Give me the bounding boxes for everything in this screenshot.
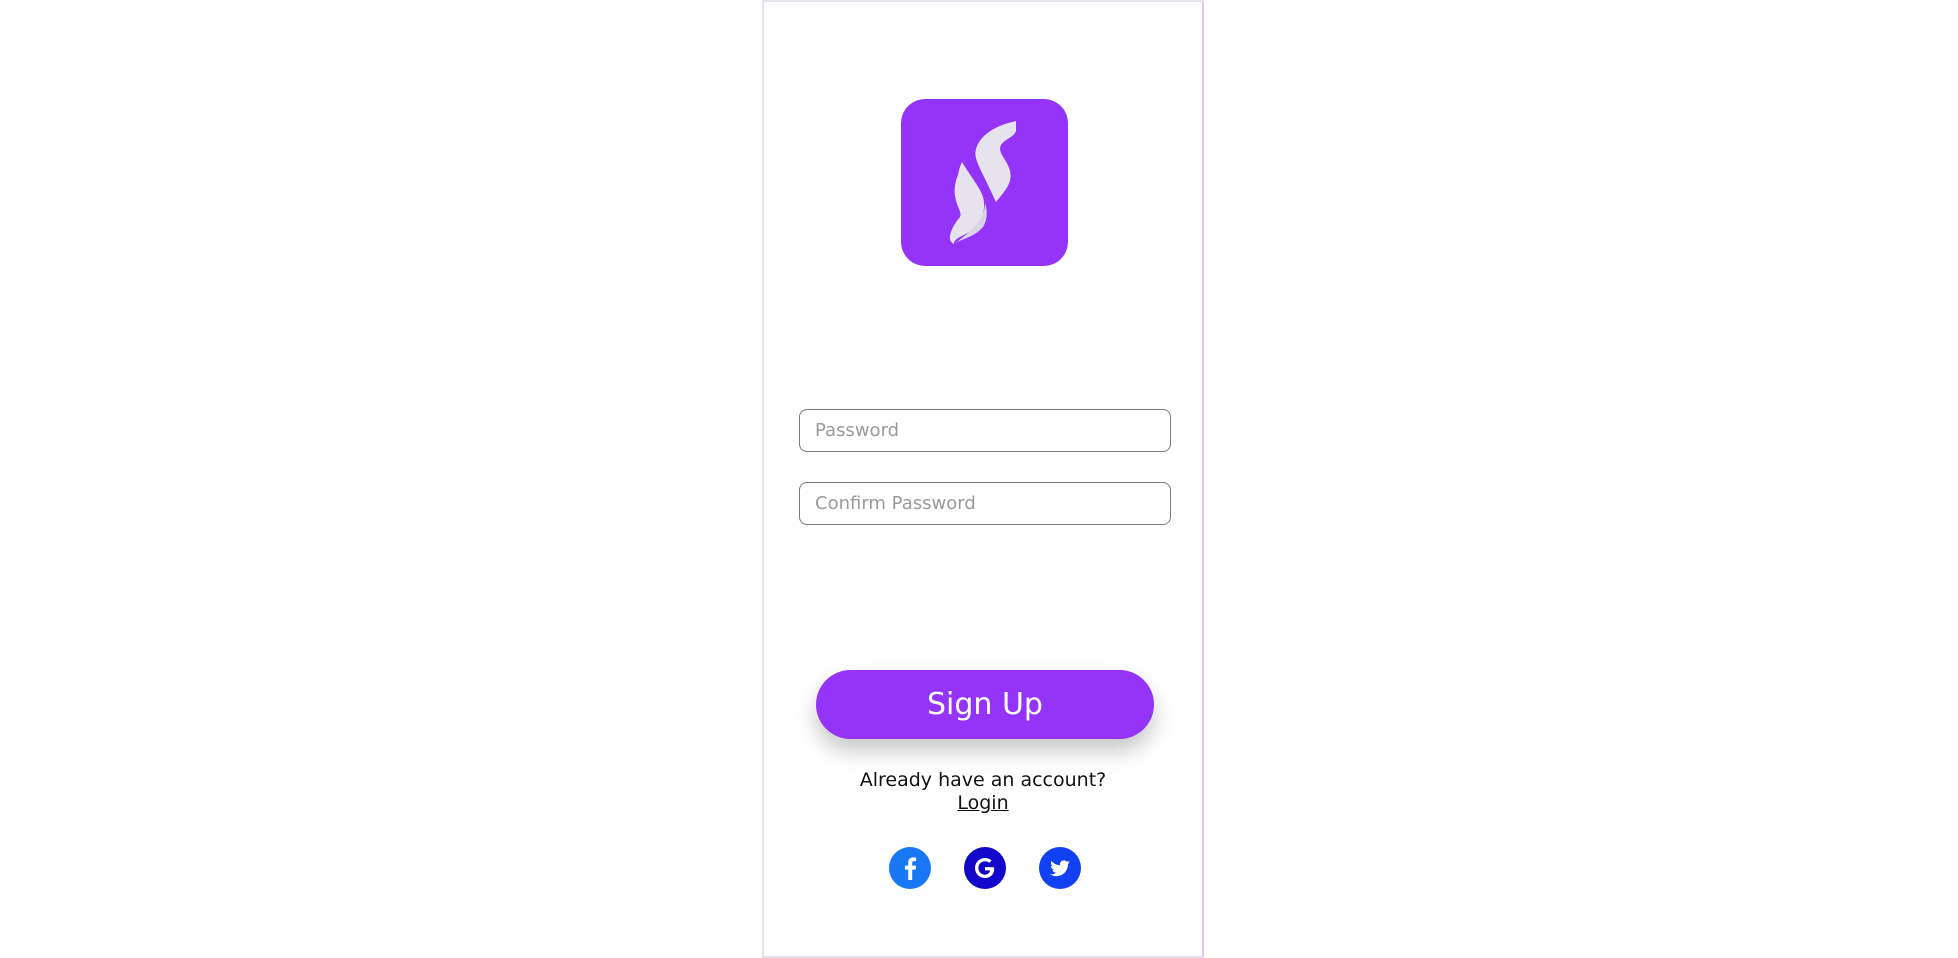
twitter-button[interactable] [1039,847,1081,889]
account-prompt: Already have an account? [859,769,1107,791]
sign-up-button[interactable]: Sign Up [816,670,1154,739]
app-logo [901,99,1068,266]
password-input[interactable] [799,409,1171,452]
signup-screen: Sign Up Already have an account? Login [762,0,1204,958]
google-icon [975,858,995,878]
confirm-password-input[interactable] [799,482,1171,525]
login-link[interactable]: Login [764,792,1202,814]
facebook-button[interactable] [889,847,931,889]
facebook-icon [904,857,917,880]
google-button[interactable] [964,847,1006,889]
twitter-icon [1050,860,1070,877]
brand-s-logo-icon [901,99,1068,266]
